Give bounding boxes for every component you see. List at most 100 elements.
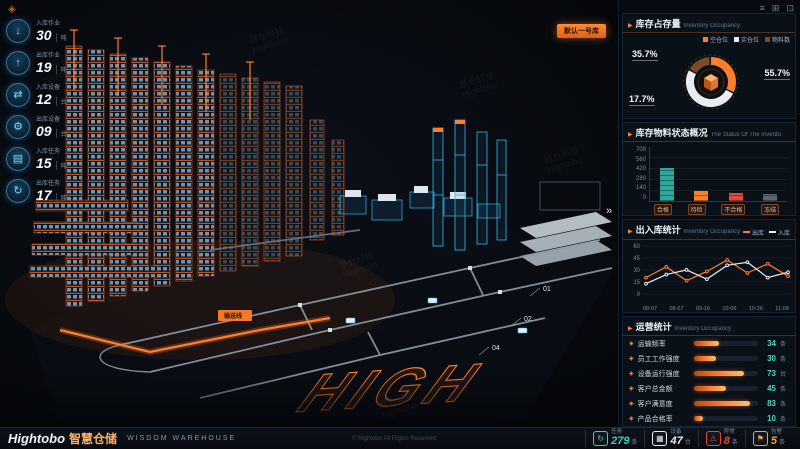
metric-label: 产品合格率 bbox=[638, 414, 690, 424]
metric-row: ◈ 员工工作强度 30 条 bbox=[623, 351, 795, 366]
conveyor-tag-label: 输送线 bbox=[224, 312, 242, 320]
panel-subtitle: Inventory Occupancy bbox=[684, 229, 740, 235]
alarm-flag-icon: ⚑ bbox=[753, 431, 768, 446]
metric-bar bbox=[694, 416, 758, 421]
stat-item-outbound-work[interactable]: ↑ 出库作业 19吨 bbox=[6, 50, 67, 75]
stat-unit: 吨 bbox=[56, 65, 67, 74]
bar-rejected bbox=[729, 193, 743, 201]
inbound-devices-icon: ⇄ bbox=[6, 83, 30, 107]
fullscreen-icon[interactable]: ⊡ bbox=[786, 3, 794, 14]
stat-unit: 台 bbox=[56, 97, 67, 106]
warehouse-view-tag[interactable]: 默认一号库 bbox=[557, 24, 606, 38]
x-axis-label: 08-07 bbox=[643, 306, 657, 312]
percent-callout-filled: 55.7% bbox=[764, 68, 790, 80]
stat-item-inbound-tasks[interactable]: ▤ 入库任务 15吨 bbox=[6, 146, 67, 171]
metric-bar bbox=[694, 371, 758, 376]
operations-metrics-card: ▶ 运营统计 Inventory Occupancy ◈ 运输频率 34 条 ◈… bbox=[622, 316, 796, 427]
metric-row: ◈ 产品合格率 10 条 bbox=[623, 411, 795, 426]
panel-collapse-handle[interactable]: » bbox=[606, 205, 612, 217]
zone-label-01: 01 bbox=[543, 286, 551, 293]
status-chip-alarms[interactable]: ⚑ 告警 5条 bbox=[745, 430, 792, 447]
header-marker-icon: ▶ bbox=[628, 228, 633, 235]
outbound-work-icon: ↑ bbox=[6, 51, 30, 75]
category-tag: 不合格 bbox=[721, 204, 745, 215]
brand-chinese: 智慧仓储 bbox=[69, 430, 117, 447]
chip-value: 47 bbox=[670, 436, 682, 447]
panel-title: 库存占存量 bbox=[636, 17, 681, 30]
logo-icon: ◈ bbox=[8, 4, 16, 15]
legend-item-filled[interactable]: 实仓位 bbox=[734, 35, 759, 44]
stat-value: 09 bbox=[36, 123, 52, 139]
metric-unit: 条 bbox=[780, 414, 789, 423]
layout-icon[interactable]: ⊞ bbox=[772, 3, 780, 14]
legend-swatch bbox=[765, 37, 770, 42]
inventory-occupancy-card: ▶ 库存占存量 Inventory Occupancy 空仓位 实仓位 物料数 bbox=[622, 13, 796, 119]
metric-unit: 条 bbox=[780, 384, 789, 393]
category-tag: 合格 bbox=[654, 204, 672, 215]
legend-swatch bbox=[703, 37, 708, 42]
y-axis: 700560 420280 1400 bbox=[629, 147, 649, 201]
stat-unit: 台 bbox=[56, 129, 67, 138]
chip-value: 5 bbox=[771, 436, 777, 447]
in-out-statistics-card: ▶ 出入库统计 Inventory Occupancy 出库 入库 6045 3… bbox=[622, 219, 796, 313]
panel-title: 库存物料状态概况 bbox=[636, 126, 708, 139]
legend-item-outbound[interactable]: 出库 bbox=[743, 228, 764, 237]
metric-label: 运输频率 bbox=[638, 339, 690, 349]
metric-label: 客户满意度 bbox=[638, 399, 690, 409]
right-panel: ▶ 库存占存量 Inventory Occupancy 空仓位 实仓位 物料数 bbox=[618, 0, 800, 427]
stat-item-outbound-tasks[interactable]: ↻ 出库任务 17吨 bbox=[6, 178, 67, 203]
status-chip-devices[interactable]: ▦ 设备 47台 bbox=[644, 430, 697, 447]
bar-plot-area bbox=[649, 147, 787, 202]
bar-frozen bbox=[763, 194, 777, 201]
metric-value: 73 bbox=[762, 369, 776, 378]
metric-row: ◈ 客户满意度 83 条 bbox=[623, 396, 795, 411]
metric-unit: 条 bbox=[780, 354, 789, 363]
status-chip-exceptions[interactable]: ⚠ 异常 8条 bbox=[698, 430, 745, 447]
metric-row: ◈ 运输频率 34 条 bbox=[623, 336, 795, 351]
bar-pending bbox=[694, 191, 708, 201]
menu-icon[interactable]: ≡ bbox=[760, 3, 765, 14]
legend-item-materials[interactable]: 物料数 bbox=[765, 35, 790, 44]
brand-english: WISDOM WAREHOUSE bbox=[127, 435, 236, 442]
x-axis-labels: 08-07 08-27 09-16 10-06 10-26 11-08 bbox=[623, 305, 795, 312]
inbound-work-icon: ↓ bbox=[6, 19, 30, 43]
metric-value: 10 bbox=[762, 414, 776, 423]
stat-item-outbound-devices[interactable]: ⚙ 出库设备 09台 bbox=[6, 114, 67, 139]
metric-bullet-icon: ◈ bbox=[629, 355, 634, 362]
legend-item-inbound[interactable]: 入库 bbox=[769, 228, 790, 237]
donut-chart: 35.7% 55.7% 17.7% bbox=[623, 44, 795, 120]
metric-bullet-icon: ◈ bbox=[629, 340, 634, 347]
chip-unit: 条 bbox=[631, 440, 637, 446]
metric-label: 客户总金额 bbox=[638, 384, 690, 394]
metric-value: 30 bbox=[762, 354, 776, 363]
panel-subtitle: Inventory Occupancy bbox=[675, 326, 731, 332]
chip-value: 279 bbox=[611, 436, 629, 447]
legend-swatch bbox=[734, 37, 739, 42]
x-axis-label: 09-16 bbox=[696, 306, 710, 312]
status-chips: ↻ 任务 279条 ▦ 设备 47台 ⚠ 异常 8条 ⚑ 告警 5条 bbox=[585, 430, 792, 447]
metric-bullet-icon: ◈ bbox=[629, 370, 634, 377]
left-stats-column: ↓ 入库作业 30吨 ↑ 出库作业 19吨 ⇄ 入库设备 12台 ⚙ 出库设备 … bbox=[6, 18, 67, 203]
percent-callout-empty: 35.7% bbox=[632, 49, 658, 61]
metric-bar bbox=[694, 356, 758, 361]
metric-row: ◈ 客户总金额 45 条 bbox=[623, 381, 795, 396]
inventory-status-card: ▶ 库存物料状态概况 The Status Of The Inventory I… bbox=[622, 122, 796, 216]
percent-callout-materials: 17.7% bbox=[629, 94, 655, 106]
x-axis-label: 11-08 bbox=[775, 306, 789, 312]
chip-unit: 条 bbox=[779, 440, 785, 446]
status-bar-chart: 700560 420280 1400 bbox=[623, 142, 795, 202]
metric-label: 员工工作强度 bbox=[638, 354, 690, 364]
category-tag: 待检 bbox=[688, 204, 706, 215]
stat-label: 入库作业 bbox=[36, 18, 67, 27]
alert-icon: ⚠ bbox=[706, 431, 721, 446]
metric-bar bbox=[694, 386, 758, 391]
stat-value: 19 bbox=[36, 59, 52, 75]
legend-item-empty[interactable]: 空仓位 bbox=[703, 35, 728, 44]
stat-label: 入库任务 bbox=[36, 146, 67, 155]
stat-item-inbound-work[interactable]: ↓ 入库作业 30吨 bbox=[6, 18, 67, 43]
stat-item-inbound-devices[interactable]: ⇄ 入库设备 12台 bbox=[6, 82, 67, 107]
dashboard-root: 01 02 04 输送线 HIGH 慧仓科技Hightobo 慧仓科技Hight… bbox=[0, 0, 800, 449]
status-chip-tasks[interactable]: ↻ 任务 279条 bbox=[585, 430, 644, 447]
bar-qualified bbox=[660, 168, 674, 201]
line-legend: 出库 入库 bbox=[743, 228, 790, 237]
